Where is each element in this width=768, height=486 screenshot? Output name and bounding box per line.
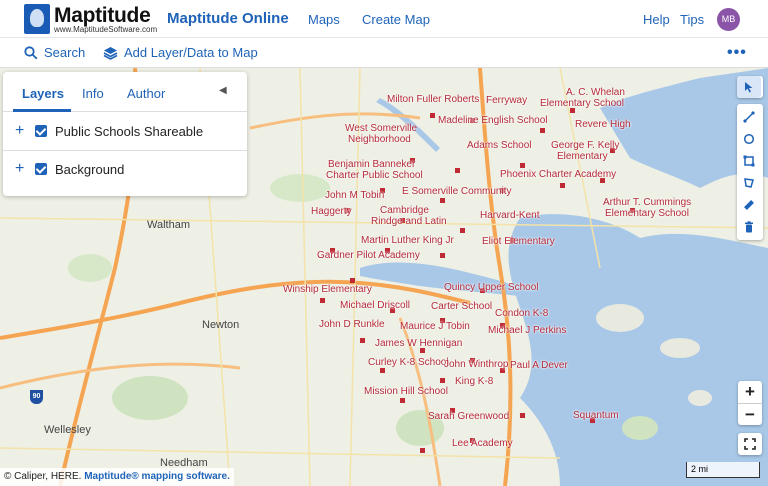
school-label: John Winthrop <box>444 359 509 370</box>
layer-row-public-schools[interactable]: + Public Schools Shareable <box>3 112 247 150</box>
layer-row-background[interactable]: + Background <box>3 150 247 188</box>
expand-icon[interactable]: + <box>15 160 33 178</box>
highway-shield: 90 <box>30 390 43 404</box>
add-layer-button[interactable]: Add Layer/Data to Map <box>103 45 258 60</box>
user-avatar[interactable]: MB <box>717 8 740 31</box>
search-icon <box>24 45 38 59</box>
school-label: John D Runkle <box>319 319 385 330</box>
layer-visibility-checkbox[interactable] <box>35 125 47 137</box>
select-tool-box <box>737 76 763 98</box>
logo-icon <box>24 4 50 34</box>
school-label: Cambridge <box>380 205 429 216</box>
draw-tools-box <box>737 104 763 240</box>
layer-name: Background <box>55 161 125 177</box>
school-label: Rindge and Latin <box>371 216 447 227</box>
school-label: Adams School <box>467 140 532 151</box>
school-label: Elementary <box>557 151 608 162</box>
school-label: Maurice J Tobin <box>400 321 470 332</box>
tab-layers[interactable]: Layers <box>22 86 64 101</box>
school-label: Sarah Greenwood <box>428 411 510 422</box>
school-label: King K-8 <box>455 376 494 387</box>
search-button[interactable]: Search <box>24 45 85 60</box>
zoom-in-button[interactable]: + <box>738 381 762 403</box>
school-label: Michael Driscoll <box>340 300 411 311</box>
add-layer-label: Add Layer/Data to Map <box>124 45 258 60</box>
school-label: Charter Public School <box>326 170 423 181</box>
help-link[interactable]: Help <box>643 12 670 27</box>
place-waltham: Waltham <box>147 219 190 231</box>
school-label: West Somerville <box>345 123 418 134</box>
school-label: George F. Kelly <box>551 140 620 151</box>
select-pointer-icon[interactable] <box>737 76 761 98</box>
place-newton: Newton <box>202 319 240 331</box>
school-label: Neighborhood <box>348 134 411 145</box>
scale-bar: 2 mi <box>686 462 760 478</box>
school-label: Phoenix Charter Academy <box>500 169 617 180</box>
school-label: E Somerville Community <box>402 186 512 197</box>
school-label: Michael J Perkins <box>488 325 567 336</box>
layer-name: Public Schools Shareable <box>55 123 204 139</box>
brand-url: www.MaptitudeSoftware.com <box>54 24 158 34</box>
school-label: Arthur T. Cummings <box>603 197 692 208</box>
top-bar: Maptitude www.MaptitudeSoftware.com Mapt… <box>0 0 768 38</box>
draw-polygon-icon[interactable] <box>737 172 761 194</box>
school-label: Squantum <box>573 410 619 421</box>
school-label: Haggerty <box>311 206 352 217</box>
school-label: Martin Luther King Jr <box>361 235 454 246</box>
school-label: Ferryway <box>486 95 528 106</box>
draw-rectangle-icon[interactable] <box>737 150 761 172</box>
draw-circle-icon[interactable] <box>737 128 761 150</box>
tab-info[interactable]: Info <box>82 86 104 101</box>
measure-ruler-icon[interactable] <box>737 194 761 216</box>
school-label: Madeline English School <box>438 115 548 126</box>
zoom-control: + − <box>738 381 762 425</box>
layers-icon <box>103 46 118 60</box>
school-label: Harvard-Kent <box>480 210 540 221</box>
map-attribution: © Caliper, HERE. Maptitude® mapping soft… <box>0 468 234 486</box>
attribution-link[interactable]: Maptitude® mapping software. <box>84 471 230 482</box>
school-label: James W Hennigan <box>375 338 463 349</box>
school-label: Lee Academy <box>452 438 513 449</box>
zoom-out-button[interactable]: − <box>738 403 762 425</box>
school-label: Carter School <box>431 301 493 312</box>
layer-visibility-checkbox[interactable] <box>35 163 47 175</box>
collapse-panel-icon[interactable]: ◀ <box>219 85 227 96</box>
school-label: Condon K-8 <box>495 308 549 319</box>
trash-icon[interactable] <box>737 216 761 238</box>
more-options-icon[interactable]: ••• <box>727 44 747 62</box>
search-label: Search <box>44 45 86 60</box>
panel-tabs: Layers Info Author ◀ <box>3 72 247 112</box>
school-label: Milton Fuller Roberts <box>387 94 480 105</box>
expand-icon[interactable]: + <box>15 122 33 140</box>
maptitude-logo[interactable]: Maptitude www.MaptitudeSoftware.com <box>24 4 157 34</box>
layers-panel: Layers Info Author ◀ + Public Schools Sh… <box>3 72 247 196</box>
school-label: Benjamin Banneker <box>328 159 416 170</box>
school-label: Elementary School <box>540 98 624 109</box>
brand-name: Maptitude <box>54 3 151 27</box>
place-wellesley: Wellesley <box>44 424 91 436</box>
attribution-text: © Caliper, HERE. <box>4 471 82 482</box>
school-label: A. C. Whelan <box>566 87 625 98</box>
tab-author[interactable]: Author <box>127 86 165 101</box>
school-label: Winship Elementary <box>283 284 372 295</box>
school-label: Elementary School <box>605 208 689 219</box>
nav-create-map[interactable]: Create Map <box>362 12 430 27</box>
school-label: Gardner Pilot Academy <box>317 250 420 261</box>
school-label: Mission Hill School <box>364 386 448 397</box>
school-label: Paul A Dever <box>510 360 568 371</box>
school-label: John M Tobin <box>325 190 385 201</box>
school-label: Curley K-8 School <box>368 357 449 368</box>
school-label: Quincy Upper School <box>444 282 539 293</box>
school-label: Eliot Elementary <box>482 236 555 247</box>
school-label: Revere High <box>575 119 631 130</box>
tips-link[interactable]: Tips <box>680 12 704 27</box>
product-name[interactable]: Maptitude Online <box>167 10 289 27</box>
nav-maps[interactable]: Maps <box>308 12 340 27</box>
draw-line-icon[interactable] <box>737 106 761 128</box>
fullscreen-icon[interactable] <box>738 433 762 455</box>
map-toolbar: Search Add Layer/Data to Map ••• <box>0 38 768 68</box>
